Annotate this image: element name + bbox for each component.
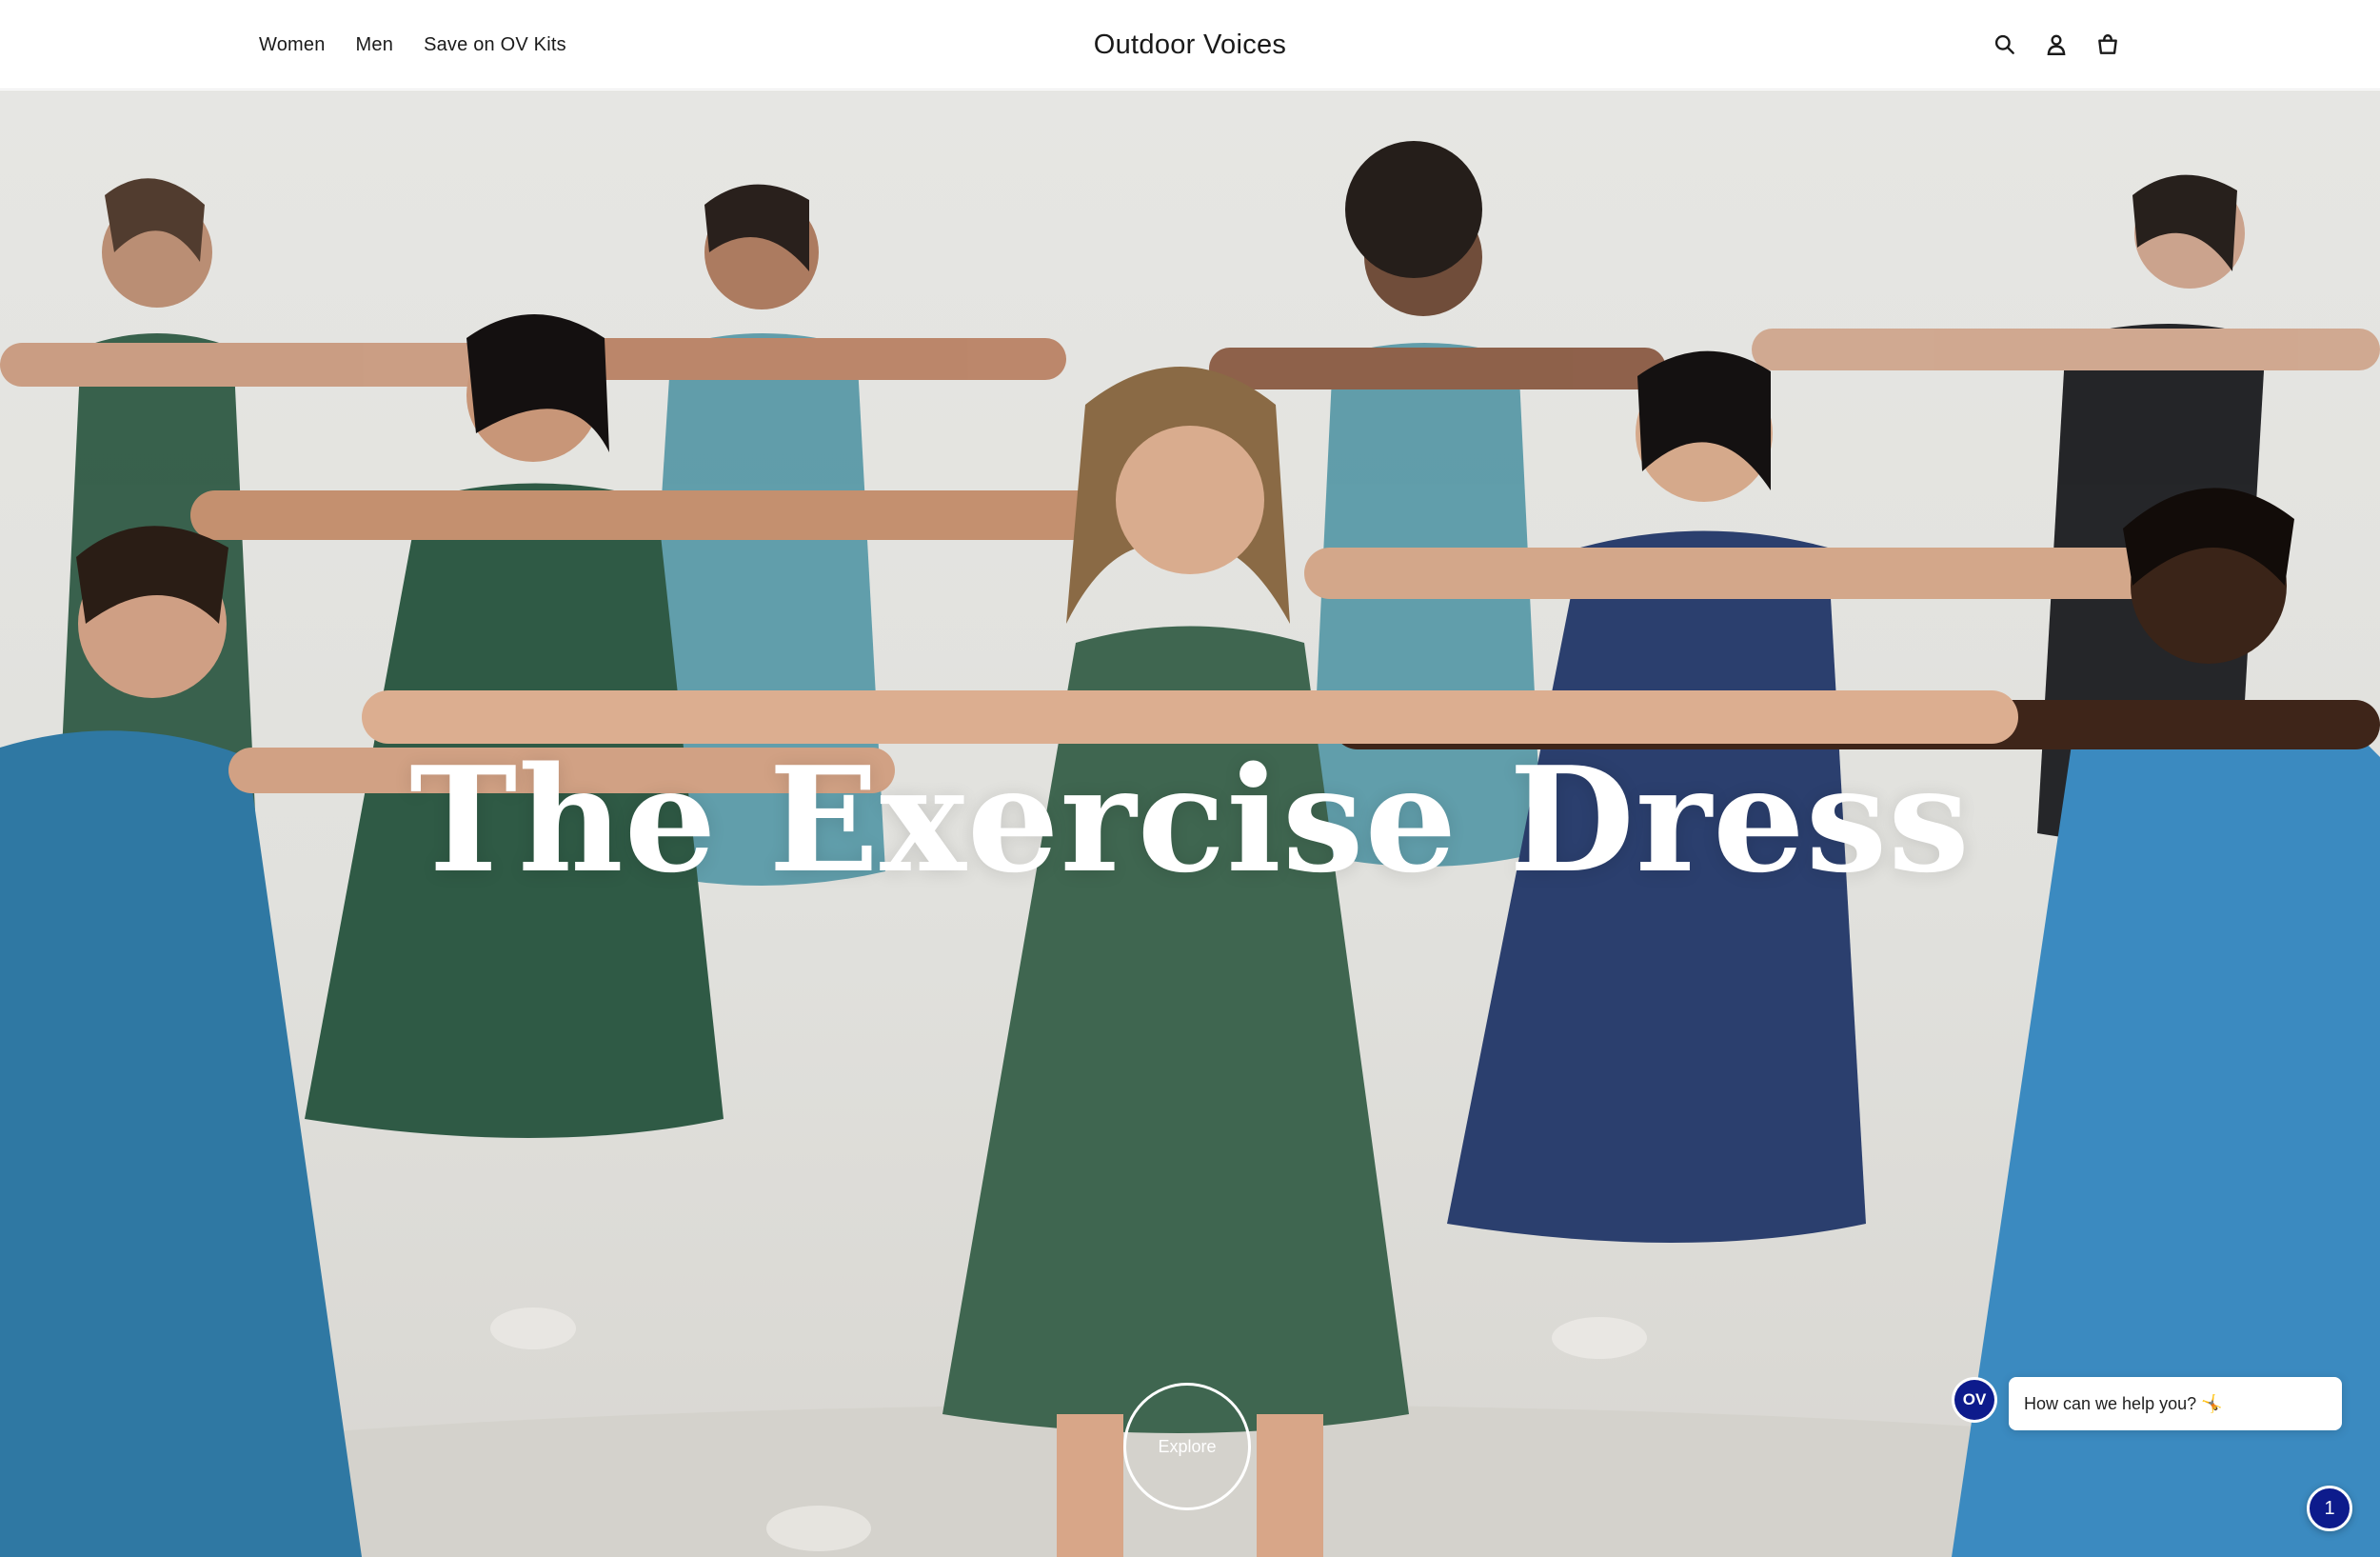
- brand-logo[interactable]: Outdoor Voices: [1094, 30, 1287, 61]
- explore-button[interactable]: Explore: [1123, 1383, 1251, 1510]
- site-header: Women Men Save on OV Kits Outdoor Voices: [0, 0, 2380, 90]
- hero-title: The Exercise Dress: [409, 734, 1971, 905]
- primary-nav: Women Men Save on OV Kits: [259, 0, 566, 90]
- account-icon[interactable]: [2041, 30, 2072, 60]
- nav-women-link[interactable]: Women: [259, 34, 326, 56]
- cart-icon[interactable]: [2092, 30, 2123, 60]
- chat-avatar[interactable]: OV: [1954, 1380, 1994, 1420]
- nav-men-link[interactable]: Men: [356, 34, 394, 56]
- chat-prompt-bubble[interactable]: How can we help you? 🤸: [2009, 1377, 2342, 1430]
- utility-nav: [1990, 0, 2123, 90]
- hero-banner: The Exercise Dress Explore: [0, 90, 2380, 1557]
- search-icon[interactable]: [1990, 30, 2020, 60]
- nav-ov-kits-link[interactable]: Save on OV Kits: [424, 34, 566, 56]
- chat-launcher-badge[interactable]: 1: [2307, 1486, 2352, 1531]
